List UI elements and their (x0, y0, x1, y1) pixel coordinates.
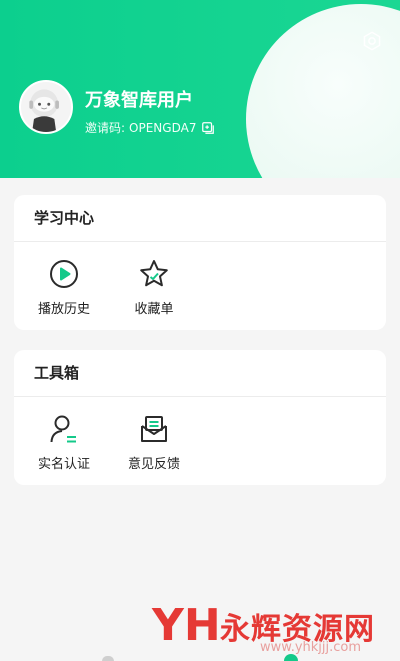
study-center-card: 学习中心 播放历史 收藏单 (14, 195, 386, 330)
toolbox-title: 工具箱 (14, 350, 386, 397)
invite-code: OPENGDA7 (129, 120, 197, 135)
settings-icon[interactable] (361, 30, 383, 52)
feedback-label: 意见反馈 (127, 457, 180, 472)
username: 万象智库用户 (85, 90, 193, 111)
copy-icon[interactable] (201, 121, 215, 135)
favorites-item[interactable]: 收藏单 (119, 258, 189, 317)
play-history-item[interactable]: 播放历史 (29, 258, 99, 317)
avatar[interactable] (19, 80, 73, 134)
profile-header: 万象智库用户 邀请码: OPENGDA7 (0, 0, 400, 178)
real-name-auth-label: 实名认证 (37, 457, 90, 472)
tab-icon-partial-right[interactable] (284, 654, 298, 661)
play-history-label: 播放历史 (37, 302, 90, 317)
real-name-auth-item[interactable]: 实名认证 (29, 413, 99, 472)
robot-avatar-icon (29, 89, 59, 132)
tab-icon-partial-left[interactable] (102, 656, 114, 661)
play-circle-icon (50, 260, 78, 288)
star-icon (140, 260, 168, 287)
watermark: YH 永辉资源网 www.yhkjjj.com (152, 600, 392, 660)
invite-label: 邀请码: (85, 121, 126, 135)
invite-code-row: 邀请码: OPENGDA7 (85, 119, 215, 136)
study-center-title: 学习中心 (14, 195, 386, 242)
user-verify-icon (50, 415, 76, 443)
favorites-label: 收藏单 (134, 302, 174, 317)
toolbox-card: 工具箱 实名认证 意见反馈 (14, 350, 386, 485)
feedback-item[interactable]: 意见反馈 (119, 413, 189, 472)
watermark-url: www.yhkjjj.com (260, 640, 362, 655)
feedback-envelope-icon (141, 416, 167, 442)
watermark-logo: YH (152, 600, 221, 651)
